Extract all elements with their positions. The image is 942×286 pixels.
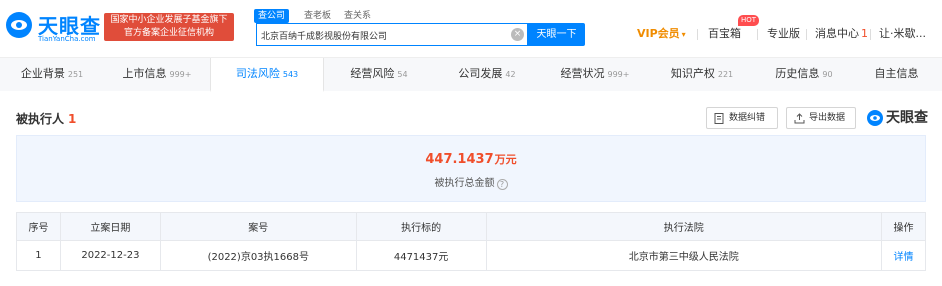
tab-count: 251: [67, 70, 84, 79]
export-icon: [794, 113, 805, 124]
dimension-tab-bar: 企业背景 251 上市信息 999+ 司法风险 543 经营风险 54 公司发展 42 经…: [0, 57, 942, 92]
tianyancha-logo-icon: [867, 110, 883, 126]
section-count: 1: [68, 112, 77, 126]
section-title: 被执行人 1: [16, 110, 76, 127]
data-correction-label: 数据纠错: [729, 113, 766, 123]
message-count: 1: [861, 27, 868, 40]
executed-person-table: 序号 立案日期 案号 执行标的 执行法院 操作 1 2022-12-23 (20…: [16, 212, 926, 271]
logo[interactable]: 天眼查 TianYanCha.com: [4, 10, 100, 43]
search-tab-boss[interactable]: 查老板: [300, 9, 335, 23]
cell-execution-target: 4471437元: [355, 240, 487, 271]
tab-count: 543: [282, 70, 299, 79]
search-input[interactable]: [261, 28, 505, 42]
logo-domain: TianYanCha.com: [38, 35, 96, 43]
section-title-text: 被执行人: [16, 112, 65, 126]
tab-label: 知识产权: [670, 67, 715, 80]
tab-label: 经营状况: [560, 67, 605, 80]
tab-label: 自主信息: [874, 67, 919, 80]
promo-line-1: 国家中小企业发展子基金旗下: [110, 15, 228, 25]
search-box: ×: [256, 23, 528, 46]
divider: [697, 29, 698, 40]
tab-label: 经营风险: [350, 67, 395, 80]
search-tab-relation[interactable]: 查关系: [340, 9, 375, 23]
col-header-court: 执行法院: [485, 212, 883, 241]
tab-operation-risk[interactable]: 经营风险 54: [324, 58, 434, 91]
amount-value: 447.1437: [425, 152, 494, 167]
tab-self-info[interactable]: 自主信息: [854, 58, 942, 91]
tab-count: 42: [505, 70, 516, 79]
export-data-label: 导出数据: [809, 113, 846, 123]
execution-summary-card: 447.1437万元 被执行总金额?: [16, 135, 926, 202]
cell-filing-date: 2022-12-23: [59, 240, 161, 271]
tab-count: 90: [822, 70, 833, 79]
tab-count: 221: [717, 70, 734, 79]
tab-enterprise-background[interactable]: 企业背景 251: [0, 58, 104, 91]
user-menu[interactable]: 让·米歇...: [879, 27, 926, 41]
hot-badge: HOT: [738, 15, 760, 26]
col-header-case-number: 案号: [159, 212, 357, 241]
cell-court: 北京市第三中级人民法院: [485, 240, 883, 271]
promo-banner[interactable]: 国家中小企业发展子基金旗下 官方备案企业征信机构: [104, 13, 234, 41]
tab-label: 企业背景: [20, 67, 65, 80]
divider: [806, 29, 807, 40]
tab-count: 999+: [607, 70, 630, 79]
details-link[interactable]: 详情: [881, 240, 926, 271]
tab-operation-status[interactable]: 经营状况 999+: [540, 58, 650, 91]
amount-unit: 万元: [494, 153, 517, 166]
help-icon[interactable]: ?: [496, 179, 508, 190]
search-tab-company[interactable]: 查公司: [254, 9, 290, 23]
cell-index: 1: [16, 240, 61, 271]
tab-intellectual-property[interactable]: 知识产权 221: [650, 58, 754, 91]
vip-label: VIP会员: [637, 27, 680, 40]
tab-label: 司法风险: [235, 67, 280, 80]
clear-icon[interactable]: ×: [511, 28, 524, 41]
tab-count: 54: [397, 70, 408, 79]
search-button[interactable]: 天眼一下: [528, 23, 585, 46]
tab-company-development[interactable]: 公司发展 42: [434, 58, 540, 91]
tianyancha-logo-icon: [6, 12, 32, 38]
tab-label: 公司发展: [458, 67, 503, 80]
message-center-label: 消息中心: [815, 27, 859, 40]
chevron-down-icon: ▾: [681, 30, 686, 39]
message-center-link[interactable]: 消息中心 1: [815, 27, 868, 41]
pro-version-link[interactable]: 专业版: [767, 27, 800, 41]
col-header-action: 操作: [881, 212, 926, 241]
tab-listing-info[interactable]: 上市信息 999+: [104, 58, 210, 91]
tab-label: 上市信息: [122, 67, 167, 80]
table-header-row: 序号 立案日期 案号 执行标的 执行法院 操作: [16, 212, 926, 241]
document-edit-icon: [714, 113, 724, 124]
summary-label-text: 被执行总金额: [434, 178, 495, 189]
baibaoxiang-link[interactable]: 百宝箱: [708, 27, 741, 41]
tab-judicial-risk[interactable]: 司法风险 543: [210, 58, 324, 92]
cell-case-number: (2022)京03执1668号: [159, 240, 357, 271]
total-execution-amount: 447.1437万元: [17, 151, 925, 167]
col-header-filing-date: 立案日期: [59, 212, 161, 241]
total-execution-label: 被执行总金额?: [17, 174, 925, 190]
tab-label: 历史信息: [775, 67, 820, 80]
divider: [757, 29, 758, 40]
divider: [870, 29, 871, 40]
table-row: 1 2022-12-23 (2022)京03执1668号 4471437元 北京…: [16, 240, 926, 271]
promo-line-2: 官方备案企业征信机构: [123, 28, 214, 38]
top-header: 天眼查 TianYanCha.com 国家中小企业发展子基金旗下 官方备案企业征…: [0, 0, 942, 57]
export-data-button[interactable]: 导出数据: [786, 107, 856, 129]
tab-count: 999+: [169, 70, 192, 79]
tab-history-info[interactable]: 历史信息 90: [754, 58, 854, 91]
watermark-text: 天眼查: [886, 110, 928, 126]
col-header-execution-target: 执行标的: [355, 212, 487, 241]
vip-member-link[interactable]: VIP会员 ▾: [637, 27, 686, 42]
col-header-index: 序号: [16, 212, 61, 241]
data-correction-button[interactable]: 数据纠错: [706, 107, 778, 129]
